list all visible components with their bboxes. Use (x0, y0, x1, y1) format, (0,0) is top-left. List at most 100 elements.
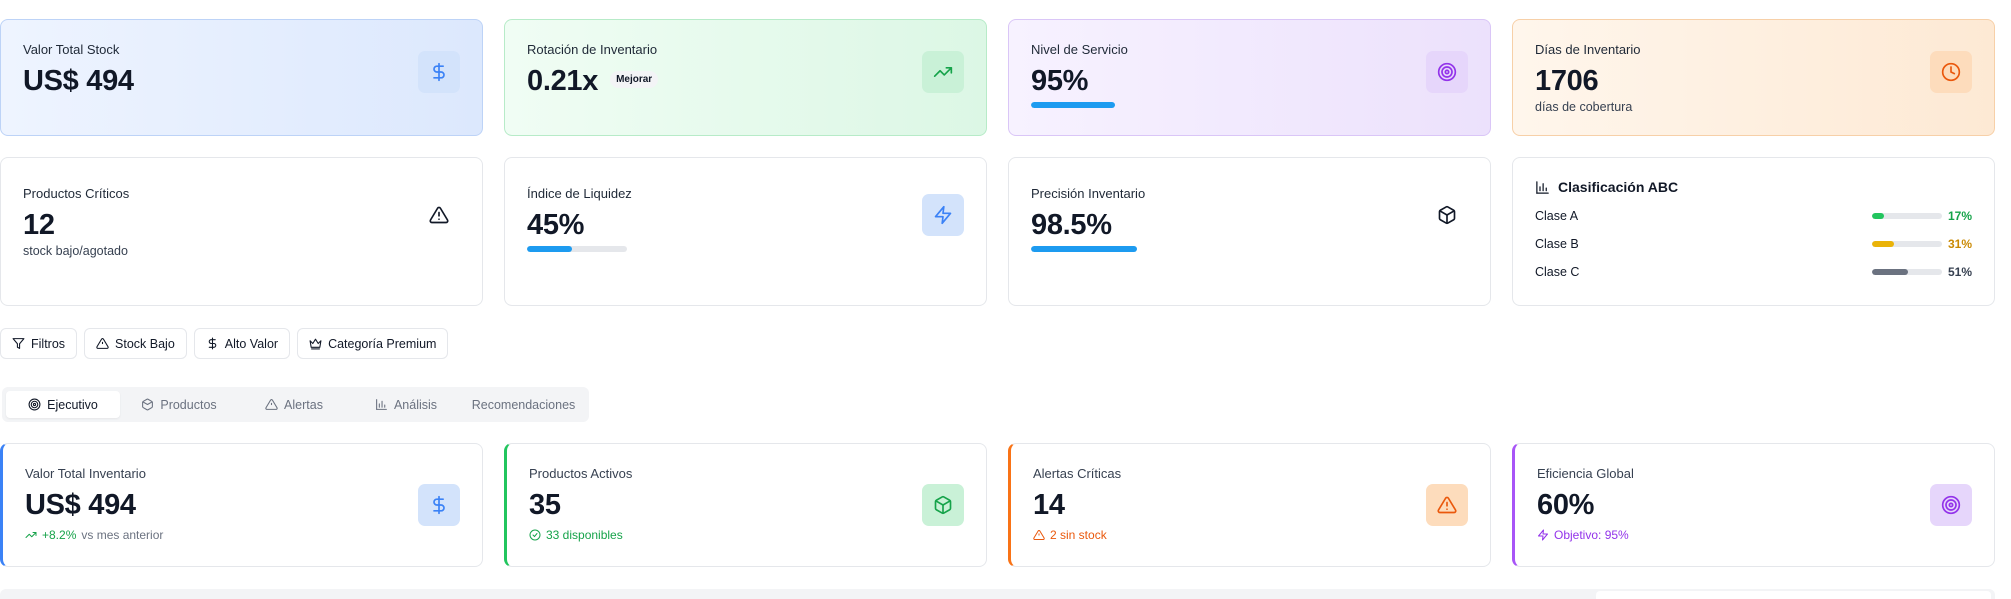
trending-up-icon (922, 51, 964, 93)
zap-icon (1538, 529, 1548, 541)
box-icon (1426, 194, 1468, 236)
abc-bar (1872, 213, 1942, 219)
kpi-productos-activos: Productos Activos 35 33 disponibles (504, 443, 987, 567)
stock-bajo-button[interactable]: Stock Bajo (84, 328, 187, 359)
kpi-label: Alertas Críticas (1033, 466, 1122, 481)
tab-productos[interactable]: Productos (120, 391, 238, 418)
alto-valor-button-label: Alto Valor (224, 336, 279, 351)
tab-ejecutivo[interactable]: Ejecutivo (6, 391, 120, 418)
trending-up-icon (25, 532, 37, 538)
warning-icon (1033, 529, 1045, 540)
card-value: 45% (527, 209, 585, 241)
card-rotacion-inventario: Rotación de Inventario 0.21x Mejorar (504, 19, 987, 136)
kpi-alertas-criticas: Alertas Críticas 14 2 sin stock (1008, 443, 1491, 567)
target-icon (1930, 484, 1972, 526)
progress-bar (1031, 102, 1119, 108)
card-productos-criticos: Productos Críticos 12 stock bajo/agotado (0, 157, 483, 306)
card-label: Nivel de Servicio (1031, 42, 1128, 57)
abc-row: Clase B 31% (1535, 237, 1972, 251)
card-valor-total-stock: Valor Total Stock US$ 494 (0, 19, 483, 136)
kpi-note: 2 sin stock (1033, 528, 1468, 542)
abc-title-text: Clasificación ABC (1558, 179, 1679, 195)
tab-alertas[interactable]: Alertas (238, 391, 350, 418)
bar-chart-icon (376, 399, 387, 410)
card-label: Productos Críticos (23, 186, 130, 201)
card-label: Días de Inventario (1535, 42, 1641, 57)
box-icon (142, 398, 154, 411)
abc-row: Clase C 51% (1535, 265, 1972, 279)
dollar-icon (418, 51, 460, 93)
kpi-note: Objetivo: 95% (1537, 528, 1972, 542)
card-value-row: 0.21x Mejorar (527, 65, 964, 98)
filters-button[interactable]: Filtros (0, 328, 78, 359)
warning-icon (418, 194, 460, 236)
alto-valor-button[interactable]: Alto Valor (193, 328, 291, 359)
warning-icon (265, 399, 278, 410)
categoria-premium-button[interactable]: Categoría Premium (297, 328, 449, 359)
kpi-note-strong: 2 sin stock (1050, 528, 1107, 542)
tab-recomendaciones[interactable]: Recomendaciones (462, 391, 585, 418)
crown-icon (309, 338, 322, 350)
card-label: Precisión Inventario (1031, 186, 1146, 201)
kpi-note: +8.2% vs mes anterior (25, 528, 460, 542)
progress-fill (1031, 246, 1138, 252)
tab-label: Análisis (393, 397, 438, 412)
clock-icon (1930, 51, 1972, 93)
check-circle-icon (529, 529, 541, 541)
top-cards: Valor Total Stock US$ 494 Rotación de In… (0, 19, 1995, 136)
kpi-note-strong: Objetivo: 95% (1554, 528, 1629, 542)
kpi-note-rest: vs mes anterior (81, 528, 164, 542)
zap-icon (922, 194, 964, 236)
progress-bar (1031, 246, 1139, 252)
kpi-eficiencia-global: Eficiencia Global 60% Objetivo: 95% (1512, 443, 1995, 567)
stock-bajo-button-label: Stock Bajo (115, 336, 175, 351)
card-nivel-servicio: Nivel de Servicio 95% (1008, 19, 1491, 136)
kpi-value: 14 (1033, 489, 1065, 521)
bottom-tab-active[interactable] (1596, 591, 1991, 599)
tab-label: Recomendaciones (471, 397, 576, 412)
tab-label: Productos (160, 397, 217, 412)
card-clasificacion-abc: Clasificación ABC Clase A 17% Clase B 31… (1512, 157, 1995, 306)
kpi-label: Productos Activos (529, 466, 633, 481)
status-badge: Mejorar (610, 70, 659, 88)
kpi-value: US$ 494 (25, 489, 136, 521)
kpi-note-strong: +8.2% (42, 528, 77, 542)
dollar-icon (208, 337, 217, 350)
card-label: Índice de Liquidez (527, 186, 632, 201)
kpi-cards: Valor Total Inventario US$ 494 +8.2% vs … (0, 443, 1995, 567)
kpi-note-strong: 33 disponibles (546, 528, 623, 542)
card-value: 0.21x (527, 65, 599, 97)
filters-button-label: Filtros (31, 336, 66, 351)
card-precision-inventario: Precisión Inventario 98.5% (1008, 157, 1491, 306)
abc-bar-fill (1872, 269, 1908, 275)
abc-bar (1872, 269, 1942, 275)
card-label: Valor Total Stock (23, 42, 120, 57)
warning-icon (96, 338, 109, 349)
tab-analisis[interactable]: Análisis (350, 391, 462, 418)
abc-title: Clasificación ABC (1535, 179, 1972, 195)
abc-bar (1872, 241, 1942, 247)
tab-label: Alertas (284, 397, 323, 412)
kpi-label: Eficiencia Global (1537, 466, 1634, 481)
abc-row-pct: 17% (1947, 209, 1972, 223)
progress-fill (527, 246, 572, 252)
abc-row-label: Clase C (1535, 265, 1580, 279)
abc-row-label: Clase B (1535, 237, 1579, 251)
dollar-icon (418, 484, 460, 526)
card-value: 98.5% (1031, 209, 1112, 241)
kpi-value: 35 (529, 489, 561, 521)
kpi-valor-total-inventario: Valor Total Inventario US$ 494 +8.2% vs … (0, 443, 483, 567)
filter-icon (12, 338, 25, 349)
abc-row-pct: 31% (1947, 237, 1972, 251)
second-cards: Productos Críticos 12 stock bajo/agotado… (0, 157, 1995, 306)
categoria-premium-button-label: Categoría Premium (328, 336, 437, 351)
tab-label: Ejecutivo (47, 397, 98, 412)
card-subtitle: días de cobertura (1535, 100, 1633, 114)
card-indice-liquidez: Índice de Liquidez 45% (504, 157, 987, 306)
progress-fill (1031, 102, 1115, 108)
card-label: Rotación de Inventario (527, 42, 658, 57)
progress-bar (527, 246, 627, 252)
target-icon (1426, 51, 1468, 93)
abc-row-label: Clase A (1535, 209, 1579, 223)
card-subtitle: stock bajo/agotado (23, 244, 128, 258)
